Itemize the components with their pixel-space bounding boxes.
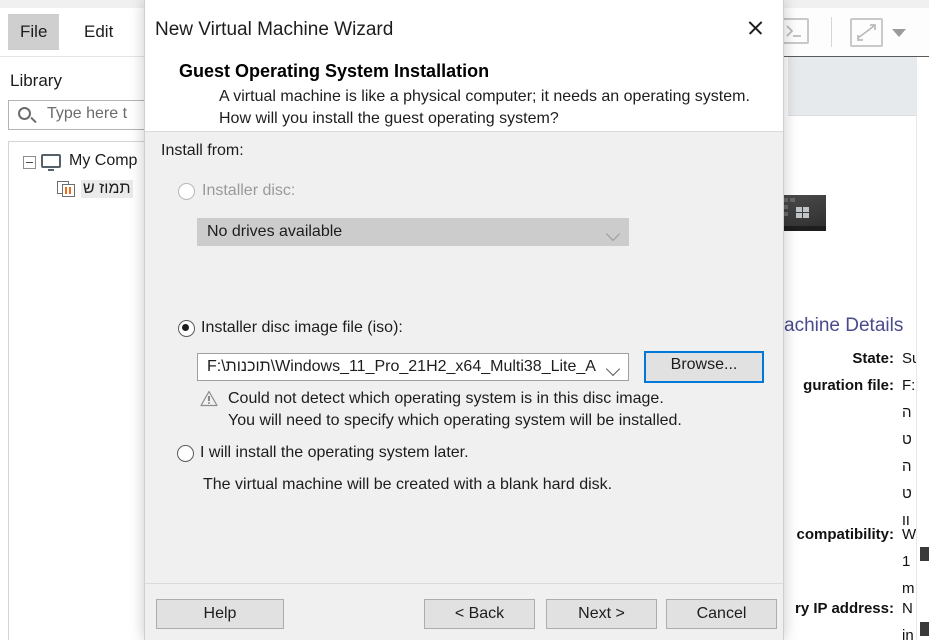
warning-line-1: Could not detect which operating system … (228, 390, 664, 407)
detail-value-4: ט (902, 431, 912, 448)
menu-item-edit[interactable]: Edit (72, 14, 125, 50)
chevron-down-icon (605, 226, 621, 242)
warning-line-2: You will need to specify which operating… (228, 412, 682, 429)
iso-path-select[interactable]: F:\תוכנות\Windows_11_Pro_21H2_x64_Multi3… (197, 353, 629, 381)
search-placeholder: Type here t (47, 105, 128, 122)
detail-value-6: ט (902, 485, 912, 502)
detail-value-3: ה (902, 404, 912, 421)
warning-triangle-icon (200, 390, 218, 407)
search-icon (18, 107, 31, 120)
install-from-label: Install from: (161, 142, 244, 159)
drive-select-value: No drives available (207, 223, 343, 240)
install-later-note: The virtual machine will be created with… (203, 476, 613, 493)
iso-path-value: F:\תוכנות\Windows_11_Pro_21H2_x64_Multi3… (207, 358, 596, 375)
new-virtual-machine-wizard-dialog: New Virtual Machine Wizard Guest Operati… (144, 0, 784, 640)
vm-thumbnail[interactable] (780, 195, 826, 231)
dialog-title: New Virtual Machine Wizard (155, 19, 394, 40)
radio-label-installer-disc: Installer disc: (202, 182, 296, 199)
dialog-header: New Virtual Machine Wizard Guest Operati… (145, 0, 783, 132)
cancel-button[interactable]: Cancel (666, 599, 777, 629)
dialog-subtext: A virtual machine is like a physical com… (219, 88, 750, 127)
radio-label-install-later: I will install the operating system late… (200, 444, 469, 461)
detail-value-10: m (902, 580, 915, 597)
edge-marker-bottom (920, 622, 929, 636)
detail-value-configuration-file: F: (902, 377, 916, 394)
details-title: achine Details (784, 315, 904, 336)
detail-value-primary-ip-address: N (902, 600, 913, 617)
chevron-down-icon[interactable] (892, 29, 906, 37)
radio-label-iso-file: Installer disc image file (iso): (201, 319, 403, 336)
radio-installer-disc (178, 183, 195, 200)
library-title: Library (10, 71, 62, 90)
tree-label-vm: תמוז ש (81, 180, 133, 198)
close-icon[interactable] (733, 10, 777, 46)
drive-select: No drives available (197, 218, 629, 246)
detail-value-9: 1 (902, 553, 911, 570)
radio-iso-file[interactable] (178, 320, 195, 337)
radio-install-later[interactable] (177, 445, 194, 462)
menu-item-file[interactable]: File (8, 14, 60, 50)
help-button[interactable]: Help (156, 599, 284, 629)
dialog-footer: Help < Back Next > Cancel (145, 583, 783, 640)
tree-label-my-computer: My Comp (69, 152, 138, 169)
back-button[interactable]: < Back (424, 599, 535, 629)
vm-tab-strip[interactable] (788, 57, 929, 116)
dialog-heading: Guest Operating System Installation (179, 61, 490, 81)
detail-value-5: ה (902, 458, 912, 475)
detail-value-12: in (902, 627, 914, 640)
chevron-down-icon[interactable] (605, 361, 621, 377)
edge-marker-top (920, 547, 929, 561)
vm-icon (57, 181, 76, 198)
dialog-body: Install from: Installer disc: No drives … (145, 132, 783, 583)
next-button[interactable]: Next > (546, 599, 657, 629)
library-panel: Library Type here t My Comp תמוז ש (0, 57, 168, 640)
collapse-icon[interactable] (23, 156, 36, 169)
right-edge-band (916, 57, 929, 640)
toolbar-divider (831, 17, 832, 47)
screen: File Edit View Li (0, 0, 929, 640)
fullscreen-icon[interactable] (850, 18, 883, 47)
browse-button[interactable]: Browse... (644, 351, 764, 383)
detail-value-hardware-compatibility: W (902, 526, 917, 543)
monitor-icon (41, 154, 61, 171)
